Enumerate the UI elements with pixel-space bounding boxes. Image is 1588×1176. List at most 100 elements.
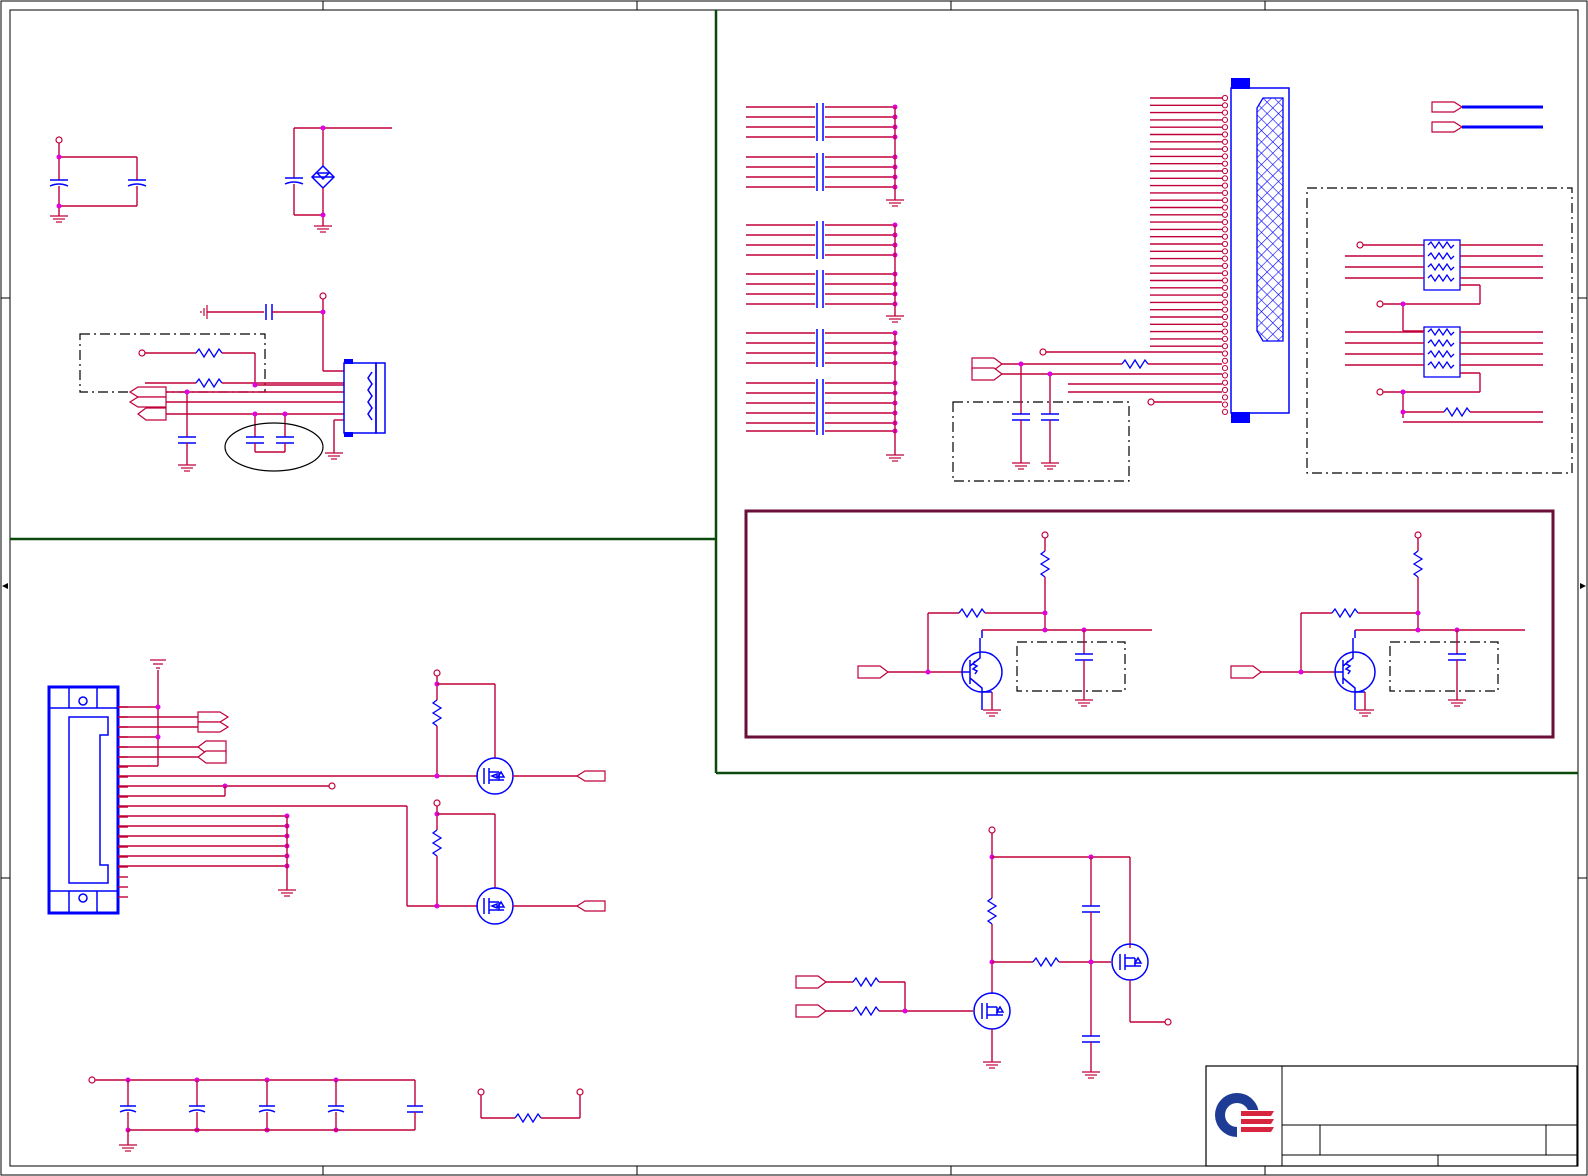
connector-pin — [1221, 255, 1229, 262]
resistor-element — [1427, 251, 1455, 261]
resistor — [852, 1005, 880, 1017]
connector-pin — [1221, 328, 1229, 335]
junction-dot — [902, 1008, 908, 1014]
junction-dot — [1042, 610, 1048, 616]
mosfet-symbol — [483, 768, 500, 784]
resistor — [1331, 607, 1359, 619]
connector-pin — [1221, 167, 1229, 175]
ground-symbol — [1082, 1071, 1100, 1079]
schematic-sheet — [0, 0, 1588, 1176]
bus-flags — [1431, 101, 1543, 133]
power-node — [1376, 300, 1384, 308]
connector-pin — [1221, 219, 1229, 226]
chassis-ground — [150, 659, 166, 669]
power-node — [433, 799, 441, 807]
connector-pin — [1221, 116, 1229, 124]
connector-pin — [1221, 226, 1229, 233]
signal-port-flag — [1230, 665, 1262, 679]
connector-pin — [1221, 240, 1229, 248]
connector-pin — [1221, 124, 1229, 131]
signal-port-flag — [575, 770, 606, 782]
connector-pin — [1221, 262, 1229, 269]
power-switch-circuit — [795, 826, 1172, 1079]
capacitor — [258, 1109, 276, 1113]
mosfet — [476, 757, 514, 795]
resistor — [1443, 406, 1471, 418]
junction-dot — [1400, 301, 1406, 307]
connector-pin — [1221, 292, 1229, 299]
ground-symbol — [1448, 699, 1466, 707]
bulk-capacitor-bank — [88, 1076, 423, 1152]
resistor — [431, 699, 443, 727]
connector-pin — [1221, 211, 1229, 218]
resistor-element — [1427, 240, 1455, 250]
company-logo — [1215, 1093, 1277, 1138]
resistor-element — [1427, 262, 1455, 272]
optional-filter-box — [1389, 641, 1499, 692]
junction-dot — [1415, 627, 1421, 633]
junction-dot — [1298, 669, 1304, 675]
small-connector-filter — [79, 292, 386, 472]
bottom-connector — [47, 685, 120, 915]
power-node — [1356, 241, 1364, 249]
mosfet-symbol — [483, 898, 500, 914]
junction-dot — [1400, 409, 1406, 415]
ground-symbol — [886, 454, 904, 462]
connector-pin — [1221, 248, 1229, 255]
ground-symbol — [886, 315, 904, 323]
connector-pin — [1221, 182, 1229, 189]
connector-pin — [1221, 146, 1229, 153]
resistor — [958, 607, 986, 619]
bypass-capacitor-pair — [49, 136, 147, 223]
optional-filter-box — [1016, 641, 1126, 692]
fpc-connector — [1150, 78, 1290, 423]
signal-port-flag — [795, 975, 827, 989]
junction-dot — [434, 773, 440, 779]
jumper-resistor — [477, 1088, 584, 1124]
connector-pin — [1221, 160, 1229, 167]
power-node — [433, 669, 441, 677]
junction-dot — [1088, 959, 1094, 965]
connector-pin — [1221, 350, 1229, 357]
power-node — [988, 826, 996, 834]
connector-filter-caps — [952, 348, 1222, 482]
connector-pin — [1221, 109, 1229, 116]
resistor — [852, 976, 880, 988]
n-mosfet — [973, 992, 1011, 1030]
connector-pin — [1221, 233, 1229, 240]
resistor — [1412, 550, 1424, 578]
n-mosfet-symbol — [981, 1003, 998, 1019]
npn-transistor-leads — [1335, 638, 1356, 710]
connector-pin — [1221, 313, 1229, 321]
junction-dot — [155, 734, 161, 740]
capacitor — [119, 1109, 137, 1113]
p-mosfet-symbol — [1119, 954, 1136, 970]
power-node — [328, 782, 336, 790]
connector-pin — [1221, 379, 1229, 386]
connector-pin — [1221, 175, 1229, 182]
resistor — [1032, 956, 1060, 968]
title-block — [1205, 1065, 1578, 1167]
power-node — [1164, 1018, 1172, 1026]
junction-dot — [925, 669, 931, 675]
connector-pin — [1221, 306, 1229, 313]
p-mosfet — [1111, 943, 1149, 981]
capacitor-and-diode — [284, 125, 392, 233]
junction-dot — [155, 704, 161, 710]
connector-pin — [1221, 270, 1229, 277]
capacitor-arrays — [746, 103, 904, 462]
connector-pin — [1221, 357, 1229, 364]
signal-port-flag — [197, 750, 227, 764]
resistor-element — [1427, 273, 1455, 283]
connector-pin — [1221, 131, 1229, 138]
resistor — [986, 897, 998, 925]
ground-symbol — [983, 1061, 1001, 1069]
ground-symbol — [119, 1144, 137, 1152]
transistor-stage-left — [857, 531, 1152, 717]
power-node — [88, 1076, 96, 1084]
junction-dot — [1415, 610, 1421, 616]
transistor-stage-right — [1230, 531, 1525, 717]
power-node — [1376, 388, 1384, 396]
connector-pin — [1221, 335, 1229, 342]
connector-pin — [1221, 94, 1229, 102]
